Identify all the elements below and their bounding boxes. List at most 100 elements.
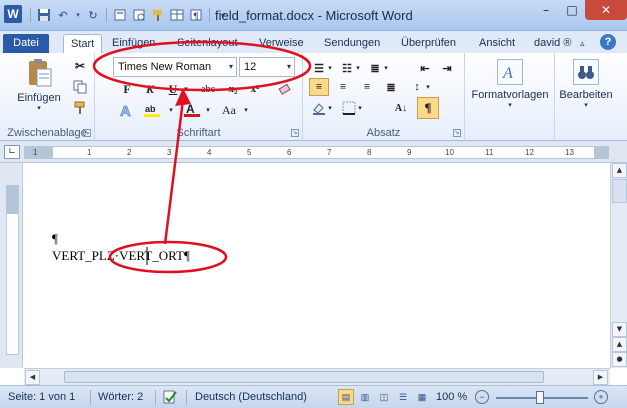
ruler-scale[interactable]: 1 1 2 3 4 5 6 7 8 9 10 11 12 13 [24, 146, 609, 159]
tab-einfuegen[interactable]: Einfügen [112, 34, 155, 53]
format-painter-qat-icon[interactable] [150, 7, 166, 23]
highlight-color-icon[interactable]: ab [142, 101, 166, 119]
underline-button[interactable]: U [163, 80, 183, 98]
minimize-ribbon-icon[interactable]: ▵ [580, 34, 585, 53]
justify-button[interactable]: ≣ [381, 78, 401, 96]
minimize-button[interactable]: – [533, 0, 559, 20]
multilevel-dropdown-icon[interactable]: ▾ [381, 59, 391, 77]
numbering-dropdown-icon[interactable]: ▾ [353, 59, 363, 77]
help-icon[interactable]: ? [600, 34, 616, 50]
word-count[interactable]: Wörter: 2 [98, 391, 143, 403]
align-left-button[interactable]: ≡ [309, 78, 329, 96]
draft-view-icon[interactable]: ▦ [414, 389, 430, 405]
styles-button[interactable]: A Formatvorlagen ▾ [467, 59, 553, 109]
font-launcher-icon[interactable]: ↘ [291, 129, 299, 137]
scroll-up-icon[interactable]: ▲ [612, 163, 627, 178]
scroll-left-icon[interactable]: ◀ [25, 370, 40, 385]
increase-indent-icon[interactable]: ⇥ [437, 59, 457, 77]
borders-dropdown-icon[interactable]: ▾ [355, 99, 365, 117]
styles-label: Formatvorlagen [471, 89, 549, 101]
paste-button[interactable]: Einfügen ▾ [12, 57, 66, 112]
zoom-level[interactable]: 100 % [436, 391, 467, 403]
tab-datei[interactable]: Datei [3, 34, 49, 53]
tab-sendungen[interactable]: Sendungen [324, 34, 380, 53]
cut-icon[interactable]: ✂ [70, 57, 90, 75]
change-case-dropdown-icon[interactable]: ▾ [241, 101, 251, 119]
font-name-dropdown-icon[interactable]: ▾ [229, 58, 233, 76]
highlight-dropdown-icon[interactable]: ▾ [166, 101, 176, 119]
text-effects-icon[interactable]: A [117, 101, 137, 119]
word-logo-icon[interactable]: W [4, 5, 22, 23]
horizontal-scroll-thumb[interactable] [64, 371, 544, 383]
change-case-button[interactable]: Aa [217, 101, 241, 119]
save-icon[interactable] [36, 7, 52, 23]
bullets-dropdown-icon[interactable]: ▾ [325, 59, 335, 77]
zoom-out-icon[interactable]: − [475, 390, 489, 404]
show-formatting-marks-button[interactable]: ¶ [417, 97, 439, 119]
font-size-dropdown-icon[interactable]: ▾ [287, 58, 291, 76]
page-count[interactable]: Seite: 1 von 1 [8, 391, 75, 403]
font-color-icon[interactable]: A [181, 101, 203, 119]
tab-ueberpruefen[interactable]: Überprüfen [401, 34, 456, 53]
strikethrough-button[interactable]: abc [195, 80, 221, 98]
full-screen-reading-icon[interactable]: ▥ [357, 389, 373, 405]
new-document-icon[interactable] [112, 7, 128, 23]
document-page[interactable]: ¶ VERT_PLZ·VERT_ORT¶ [24, 163, 610, 368]
align-right-button[interactable]: ≡ [357, 78, 377, 96]
ruler-tick-label: 3 [167, 148, 172, 157]
paste-dropdown-icon[interactable]: ▾ [12, 104, 66, 112]
proofing-icon[interactable] [162, 389, 178, 408]
copy-icon[interactable] [70, 78, 90, 96]
scroll-thumb[interactable] [612, 179, 627, 203]
print-layout-view-icon[interactable]: ▤ [338, 389, 354, 405]
styles-dropdown-icon[interactable]: ▾ [467, 101, 553, 109]
format-painter-icon[interactable] [70, 99, 90, 117]
tab-selector-icon[interactable]: ∟ [4, 145, 20, 159]
close-button[interactable]: ✕ [585, 0, 627, 20]
decrease-indent-icon[interactable]: ⇤ [415, 59, 435, 77]
undo-dropdown-icon[interactable]: ▾ [74, 7, 82, 23]
font-color-dropdown-icon[interactable]: ▾ [203, 101, 213, 119]
undo-icon[interactable]: ↶ [55, 7, 71, 23]
maximize-button[interactable]: □ [559, 0, 585, 20]
vertical-ruler-scale[interactable] [6, 185, 19, 355]
clipboard-group-label: Zwischenablage [7, 127, 87, 139]
tab-ansicht[interactable]: Ansicht [479, 34, 515, 53]
scroll-down-icon[interactable]: ▼ [612, 322, 627, 337]
clipboard-launcher-icon[interactable]: ↘ [83, 129, 91, 137]
tab-seitenlayout[interactable]: Seitenlayout [177, 34, 238, 53]
italic-button[interactable]: K [140, 80, 160, 98]
font-name-combobox[interactable]: Times New Roman ▾ [113, 57, 237, 77]
vertical-scrollbar[interactable]: ▲ ▼ ▲ ● [610, 163, 627, 368]
horizontal-scrollbar[interactable]: ◀ ▶ [24, 368, 610, 385]
redo-icon[interactable]: ↻ [85, 7, 101, 23]
shading-dropdown-icon[interactable]: ▾ [325, 99, 335, 117]
print-preview-icon[interactable] [131, 7, 147, 23]
sort-icon[interactable]: A↓ [391, 99, 411, 117]
ruler-tick-label: 8 [367, 148, 372, 157]
zoom-in-icon[interactable]: + [594, 390, 608, 404]
web-layout-icon[interactable]: ◫ [376, 389, 392, 405]
clear-formatting-icon[interactable] [275, 80, 295, 98]
superscript-button[interactable]: x² [245, 80, 265, 98]
editing-dropdown-icon[interactable]: ▾ [555, 101, 617, 109]
underline-dropdown-icon[interactable]: ▾ [181, 80, 191, 98]
tab-verweise[interactable]: Verweise [259, 34, 304, 53]
language-indicator[interactable]: Deutsch (Deutschland) [195, 391, 307, 403]
zoom-slider-thumb[interactable] [536, 391, 544, 404]
subscript-button[interactable]: x₂ [223, 80, 243, 98]
previous-page-icon[interactable]: ▲ [612, 337, 627, 352]
scroll-right-icon[interactable]: ▶ [593, 370, 608, 385]
editing-button[interactable]: Bearbeiten ▾ [555, 59, 617, 109]
align-center-button[interactable]: ≡ [333, 78, 353, 96]
tab-david[interactable]: david ® [534, 34, 571, 53]
outline-view-icon[interactable]: ☰ [395, 389, 411, 405]
browse-object-icon[interactable]: ● [612, 352, 627, 367]
table-icon[interactable] [169, 7, 185, 23]
line-spacing-dropdown-icon[interactable]: ▾ [423, 78, 433, 96]
bold-button[interactable]: F [117, 80, 137, 98]
show-all-icon[interactable]: ¶ [188, 7, 204, 23]
font-size-combobox[interactable]: 12 ▾ [239, 57, 295, 77]
tab-start[interactable]: Start [63, 34, 103, 53]
paragraph-launcher-icon[interactable]: ↘ [453, 129, 461, 137]
